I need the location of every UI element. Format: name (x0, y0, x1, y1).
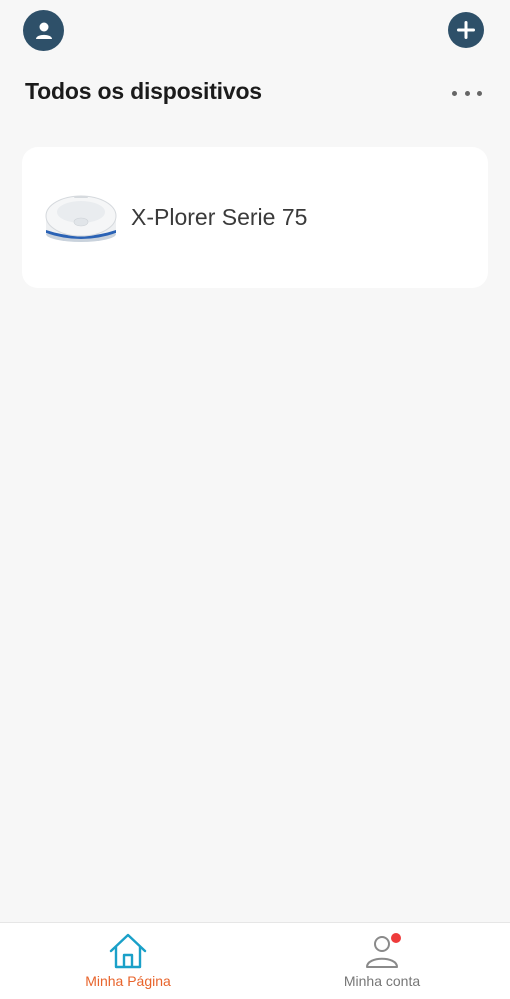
page-title: Todos os dispositivos (25, 78, 262, 104)
add-device-button[interactable] (448, 12, 484, 48)
profile-avatar-button[interactable] (23, 10, 64, 51)
more-dot (477, 90, 482, 96)
tab-minha-pagina[interactable]: Minha Página (38, 923, 218, 999)
plus-icon (457, 21, 475, 39)
tab-label: Minha conta (343, 973, 421, 989)
user-icon (35, 22, 52, 39)
tab-label: Minha Página (85, 973, 171, 989)
more-dot (452, 90, 457, 96)
app-screen: Todos os dispositivos X-Plorer Serie 75 (0, 0, 510, 999)
bottom-tab-bar: Minha Página Minha conta (0, 922, 510, 999)
tab-minha-conta[interactable]: Minha conta (292, 923, 472, 999)
more-options-button[interactable] (452, 84, 482, 102)
device-name: X-Plorer Serie 75 (131, 204, 308, 230)
notification-badge (391, 933, 401, 943)
user-outline-icon (361, 930, 403, 972)
more-dot (464, 90, 470, 96)
robot-vacuum-image (44, 186, 118, 250)
home-icon (107, 930, 149, 972)
device-card[interactable]: X-Plorer Serie 75 (22, 147, 488, 288)
